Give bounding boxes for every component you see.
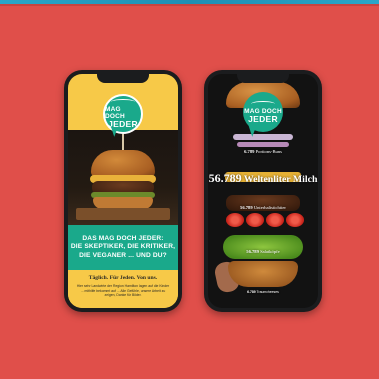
phone-screen-right: MAG DOCH JEDER 6.789 Portions-Buns 56.78…: [208, 74, 318, 308]
intro-block: Täglich. Für Jeden. Von uns. Hier sehr L…: [68, 270, 178, 308]
logo-line-2: JEDER: [108, 119, 138, 129]
logo-arc-icon: [111, 99, 135, 105]
stat-milk: 56.789 Weltenliter Milch: [208, 171, 318, 185]
phone-notch: [97, 74, 149, 83]
phone-mockup-left: MAG DOCH JEDER DAS MAG DOCH JEDER: DIE S…: [64, 70, 182, 312]
stat-meat: 56.789 Unterhaltstichtier: [240, 205, 286, 210]
stat-buns: 6.789 Portions-Buns: [244, 149, 282, 154]
wooden-board: [76, 208, 170, 220]
burger-photo: [68, 130, 178, 225]
tomato-slice: [246, 213, 264, 227]
burger-bun-top: [91, 150, 155, 178]
tomato-slice: [266, 213, 284, 227]
headline-block: DAS MAG DOCH JEDER: DIE SKEPTIKER, DIE K…: [68, 225, 178, 270]
intro-text: Hier sehr Landwirte der Region Hamilton …: [76, 284, 170, 298]
phone-notch: [237, 74, 289, 83]
logo-line-1: MAG DOCH: [105, 106, 125, 120]
headline-line: DAS MAG DOCH JEDER:: [82, 235, 164, 243]
stat-lettuce: 56.789 Salatköpfe: [246, 249, 280, 254]
burger-onion: [233, 134, 293, 140]
tomato-slice: [226, 213, 244, 227]
logo-line-2: JEDER: [248, 113, 278, 124]
phone-mockup-right: MAG DOCH JEDER 6.789 Portions-Buns 56.78…: [204, 70, 322, 312]
tagline: Täglich. Für Jeden. Von uns.: [88, 275, 158, 281]
logo-speech-bubble[interactable]: MAG DOCH JEDER: [243, 92, 283, 132]
headline-line: DIE VEGANER ... UND DU?: [79, 251, 167, 259]
headline-line: DIE SKEPTIKER, DIE KRITIKER,: [70, 243, 176, 251]
tomato-slice: [286, 213, 304, 227]
burger-onion: [237, 142, 289, 147]
logo-speech-bubble[interactable]: MAG DOCH JEDER: [103, 94, 143, 134]
logo-arc-icon: [251, 100, 275, 107]
phone-screen-left: MAG DOCH JEDER DAS MAG DOCH JEDER: DIE S…: [68, 74, 178, 308]
stat-cheese: 6.789 Traumcheeses: [247, 290, 279, 294]
top-color-strip: [0, 0, 379, 6]
burger-lettuce: [223, 235, 303, 259]
burger-bun-bottom: [228, 261, 298, 287]
